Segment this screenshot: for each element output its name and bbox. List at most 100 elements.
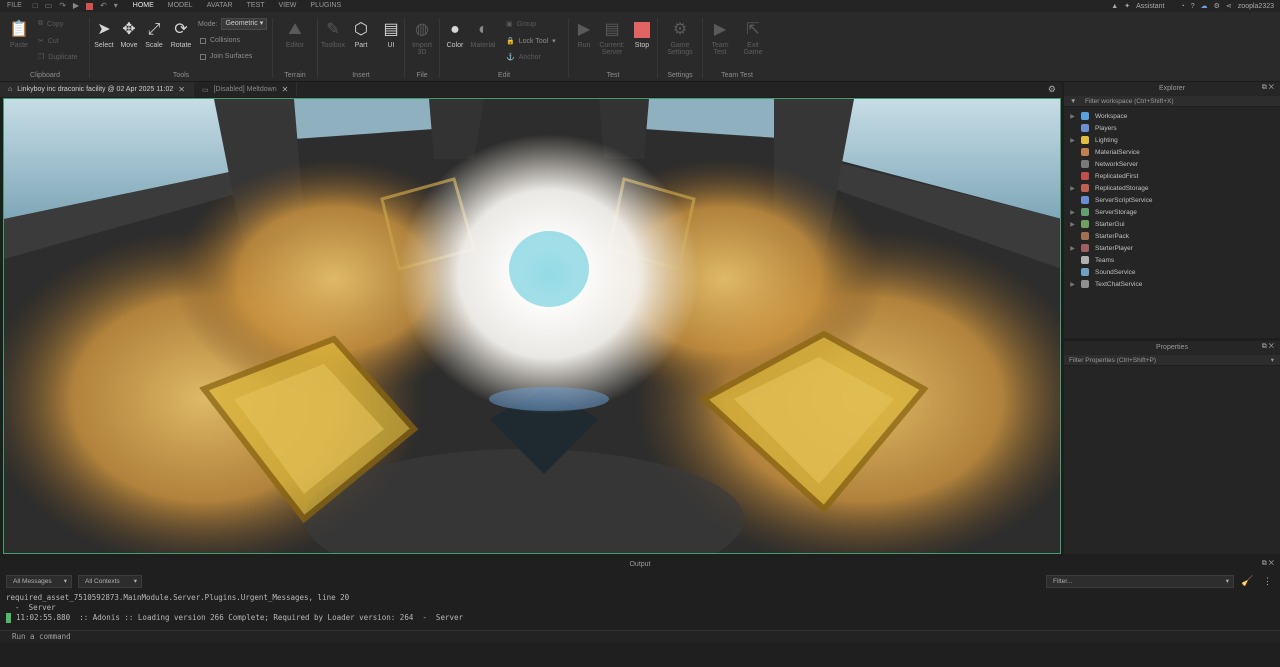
join-surfaces-checkbox[interactable]	[200, 53, 206, 60]
arrow-up-icon[interactable]: ▲	[1111, 3, 1118, 10]
join-surfaces-toggle[interactable]: Join Surfaces	[200, 53, 252, 60]
game-viewport[interactable]	[3, 98, 1061, 554]
chevron-down-icon[interactable]: ▾	[1271, 355, 1274, 366]
assistant-icon: ✦	[1124, 3, 1131, 10]
stop-icon[interactable]	[86, 2, 94, 10]
redo-icon[interactable]: ↷	[59, 0, 66, 12]
menu-test[interactable]: TEST	[240, 0, 272, 12]
explorer-item-label: Lighting	[1095, 136, 1118, 144]
mode-dropdown[interactable]: Geometric ▾	[221, 18, 268, 30]
game-settings-button[interactable]: ⚙ Game Settings	[665, 20, 695, 56]
clear-output-icon[interactable]: 🧹	[1241, 576, 1253, 587]
anchor-button[interactable]: ⚓ Anchor	[506, 53, 541, 62]
save-icon[interactable]: ▭	[45, 0, 53, 12]
tab-meltdown-script[interactable]: ▭ [Disabled] Meltdown ✕	[194, 82, 298, 97]
menu-plugins[interactable]: PLUGINS	[303, 0, 348, 12]
menu-view[interactable]: VIEW	[272, 0, 304, 12]
file-label: File	[416, 72, 428, 79]
close-icon[interactable]: ✕	[1269, 84, 1274, 91]
expand-arrow-icon[interactable]: ▶	[1064, 221, 1081, 228]
explorer-item-replicatedstorage[interactable]: ▶ ReplicatedStorage	[1064, 182, 1280, 194]
new-file-icon[interactable]: □	[33, 0, 38, 12]
assistant-button[interactable]: Assistant	[1136, 3, 1164, 10]
menu-model[interactable]: MODEL	[161, 0, 200, 12]
mode-selector[interactable]: Mode: Geometric ▾	[198, 18, 268, 30]
select-button[interactable]: ➤ Select	[90, 20, 118, 49]
explorer-filter-input[interactable]: ▼ Filter workspace (Ctrl+Shift+X)	[1064, 96, 1280, 107]
share-icon[interactable]: ⋖	[1226, 2, 1232, 10]
copy-button[interactable]: ⧉ Copy	[38, 20, 63, 28]
help-icon[interactable]: ?	[1191, 3, 1195, 10]
output-filter-input[interactable]: Filter... ▾	[1046, 575, 1234, 588]
material-button[interactable]: ◐ Material	[468, 20, 498, 49]
import-3d-button[interactable]: ◍ Import 3D	[407, 20, 437, 56]
explorer-item-workspace[interactable]: ▶ Workspace	[1064, 110, 1280, 122]
dropdown-icon[interactable]: ▾	[114, 0, 118, 12]
collisions-toggle[interactable]: Collisions	[200, 37, 240, 44]
expand-arrow-icon[interactable]: ▶	[1064, 209, 1081, 216]
popout-icon[interactable]: ⧉	[1262, 343, 1267, 350]
ui-button[interactable]: ▤ UI	[376, 20, 406, 49]
undo-icon[interactable]: ↶	[100, 0, 107, 12]
close-icon[interactable]: ✕	[1269, 560, 1274, 567]
expand-arrow-icon[interactable]: ▶	[1064, 245, 1081, 252]
tab-place[interactable]: ⌂ Linkyboy inc draconic facility @ 02 Ap…	[0, 82, 194, 97]
output-menu-icon[interactable]: ⋮	[1263, 576, 1272, 587]
explorer-item-textchatservice[interactable]: ▶ TextChatService	[1064, 278, 1280, 290]
run-button[interactable]: ▶ Run	[569, 20, 599, 49]
exit-game-button[interactable]: ⇱ Exit Game	[738, 20, 768, 56]
expand-arrow-icon[interactable]: ▶	[1064, 185, 1081, 192]
part-button[interactable]: ⬡ Part	[346, 20, 376, 49]
popout-icon[interactable]: ⧉	[1262, 84, 1267, 91]
lock-tool-button[interactable]: 🔒 Lock Tool ▾	[506, 37, 556, 46]
explorer-item-players[interactable]: Players	[1064, 122, 1280, 134]
notifications-icon[interactable]: ◔	[1181, 3, 1185, 10]
command-bar-input[interactable]: Run a command	[0, 630, 1280, 643]
cut-button[interactable]: ✂ Cut	[38, 37, 59, 46]
cloud-icon[interactable]: ☁	[1201, 2, 1208, 10]
scale-button[interactable]: ⤢ Scale	[140, 20, 168, 49]
explorer-item-starterplayer[interactable]: ▶ StarterPlayer	[1064, 242, 1280, 254]
stop-button[interactable]: Stop	[627, 20, 657, 49]
close-icon[interactable]: ✕	[1269, 343, 1274, 350]
menu-home[interactable]: HOME	[126, 0, 161, 12]
duplicate-button[interactable]: ❐ Duplicate	[38, 53, 77, 62]
close-icon[interactable]: ✕	[282, 85, 289, 94]
explorer-item-starterpack[interactable]: StarterPack	[1064, 230, 1280, 242]
messages-filter-dropdown[interactable]: All Messages ▾	[6, 575, 72, 588]
properties-filter-input[interactable]: Filter Properties (Ctrl+Shift+P) ▾	[1064, 355, 1280, 366]
contexts-filter-dropdown[interactable]: All Contexts ▾	[78, 575, 142, 588]
color-button[interactable]: ● Color	[440, 20, 470, 49]
explorer-item-serverstorage[interactable]: ▶ ServerStorage	[1064, 206, 1280, 218]
explorer-item-lighting[interactable]: ▶ Lighting	[1064, 134, 1280, 146]
insert-label: Insert	[352, 72, 370, 79]
explorer-item-teams[interactable]: Teams	[1064, 254, 1280, 266]
close-icon[interactable]: ✕	[178, 85, 185, 94]
group-button[interactable]: ▣ Group	[506, 20, 536, 29]
username[interactable]: zoopla2323	[1238, 3, 1274, 10]
menu-file[interactable]: FILE	[0, 0, 29, 12]
terrain-editor-button[interactable]: ⛰ Editor	[280, 20, 310, 49]
viewport-settings-icon[interactable]: ⚙	[1048, 84, 1056, 95]
explorer-item-replicatedfirst[interactable]: ReplicatedFirst	[1064, 170, 1280, 182]
expand-arrow-icon[interactable]: ▶	[1064, 113, 1081, 120]
explorer-item-startergui[interactable]: ▶ StarterGui	[1064, 218, 1280, 230]
popout-icon[interactable]: ⧉	[1262, 560, 1267, 567]
toolbox-button[interactable]: ✎ Toolbox	[318, 20, 348, 49]
explorer-item-materialservice[interactable]: MaterialService	[1064, 146, 1280, 158]
expand-arrow-icon[interactable]: ▶	[1064, 137, 1081, 144]
team-test-button[interactable]: ▶ Team Test	[705, 20, 735, 56]
menu-avatar[interactable]: AVATAR	[200, 0, 240, 12]
play-icon[interactable]: ▶	[73, 0, 79, 12]
paste-button[interactable]: 📋 Paste	[4, 20, 34, 49]
rotate-button[interactable]: ⟳ Rotate	[166, 20, 196, 49]
move-button[interactable]: ✥ Move	[115, 20, 143, 49]
explorer-item-serverscriptservice[interactable]: ServerScriptService	[1064, 194, 1280, 206]
expand-arrow-icon[interactable]: ▶	[1064, 281, 1081, 288]
current-server-button[interactable]: ▤ Current: Server	[597, 20, 627, 56]
stop-square-icon	[627, 20, 657, 40]
collisions-checkbox[interactable]	[200, 37, 206, 44]
settings-icon[interactable]: ⚙	[1214, 2, 1220, 10]
explorer-item-soundservice[interactable]: SoundService	[1064, 266, 1280, 278]
explorer-item-networkserver[interactable]: NetworkServer	[1064, 158, 1280, 170]
